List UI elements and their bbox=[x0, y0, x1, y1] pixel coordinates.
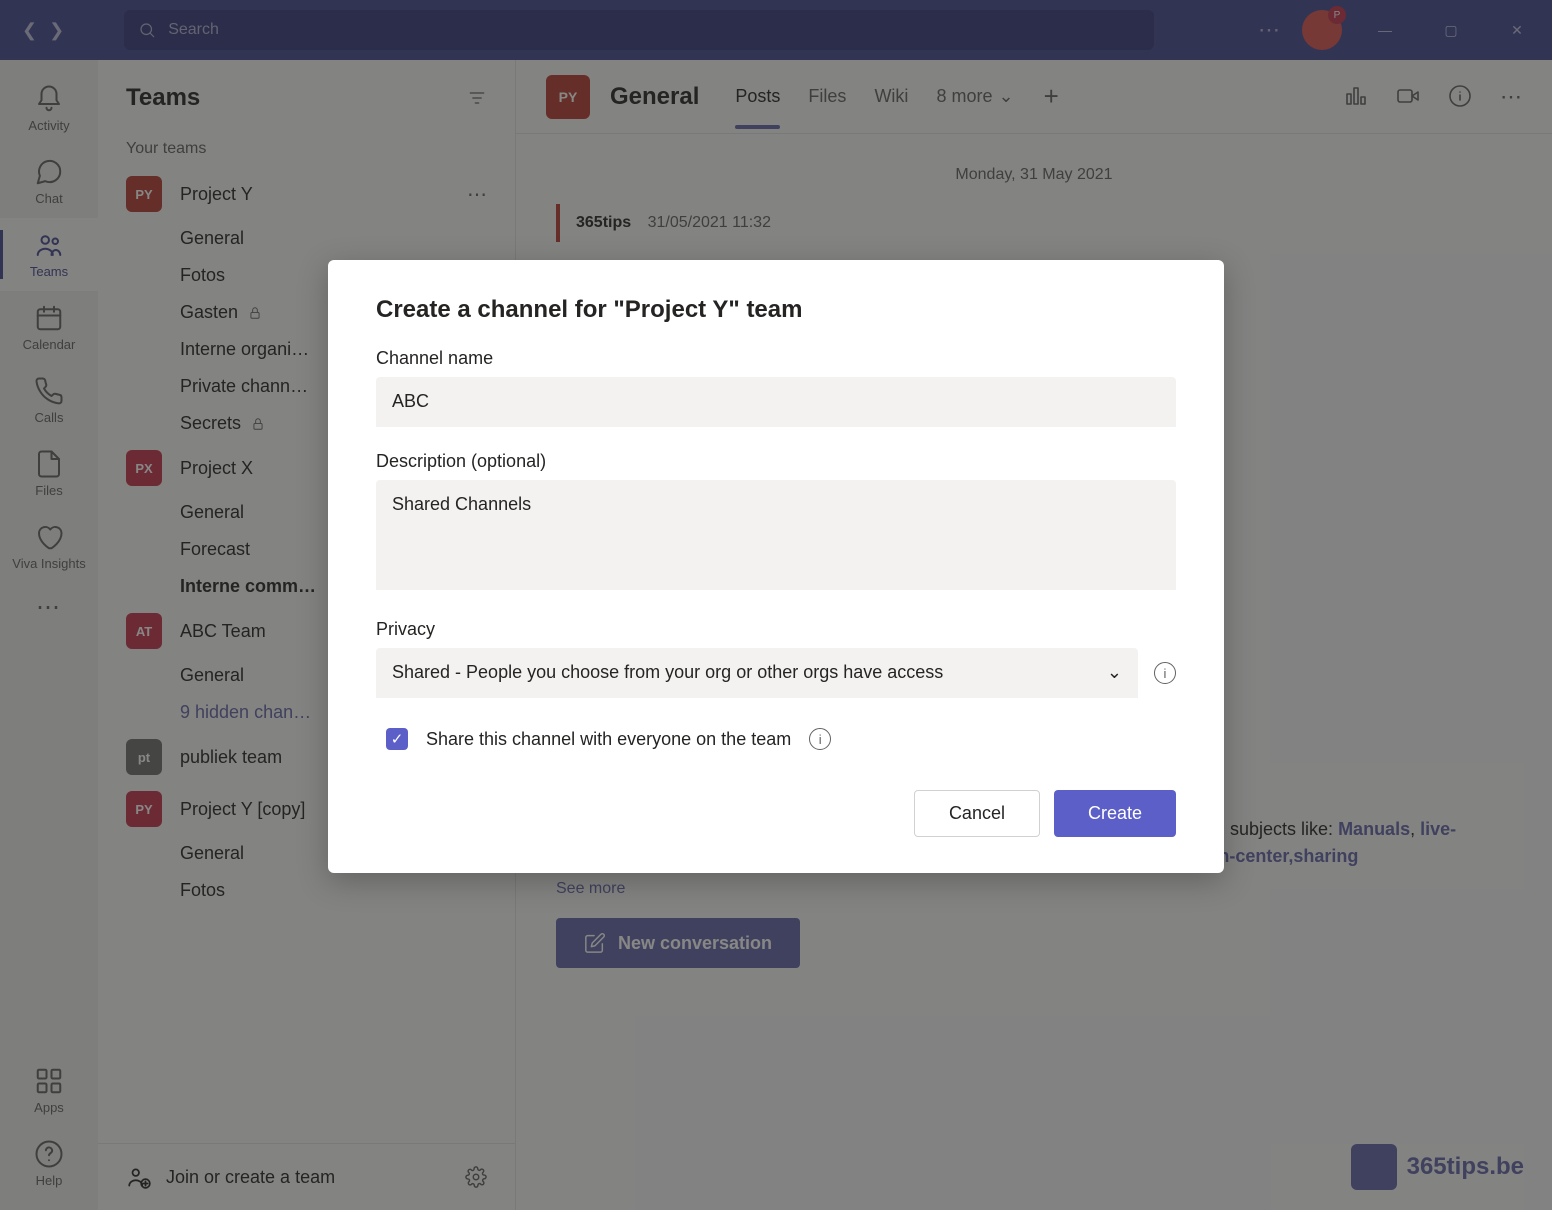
channel-name-input[interactable] bbox=[376, 377, 1176, 427]
chevron-down-icon: ⌄ bbox=[1107, 662, 1122, 683]
description-label: Description (optional) bbox=[376, 451, 1176, 472]
share-checkbox-label: Share this channel with everyone on the … bbox=[426, 729, 791, 750]
info-icon[interactable]: i bbox=[809, 728, 831, 750]
cancel-button[interactable]: Cancel bbox=[914, 790, 1040, 837]
privacy-value: Shared - People you choose from your org… bbox=[392, 662, 943, 683]
create-channel-modal: Create a channel for "Project Y" team Ch… bbox=[328, 260, 1224, 873]
info-icon[interactable]: i bbox=[1154, 662, 1176, 684]
modal-overlay: Create a channel for "Project Y" team Ch… bbox=[0, 0, 1552, 1210]
modal-title: Create a channel for "Project Y" team bbox=[376, 296, 1176, 324]
privacy-select[interactable]: Shared - People you choose from your org… bbox=[376, 648, 1138, 698]
privacy-label: Privacy bbox=[376, 619, 1176, 640]
channel-name-label: Channel name bbox=[376, 348, 1176, 369]
share-checkbox[interactable]: ✓ bbox=[386, 728, 408, 750]
description-input[interactable] bbox=[376, 480, 1176, 590]
create-button[interactable]: Create bbox=[1054, 790, 1176, 837]
